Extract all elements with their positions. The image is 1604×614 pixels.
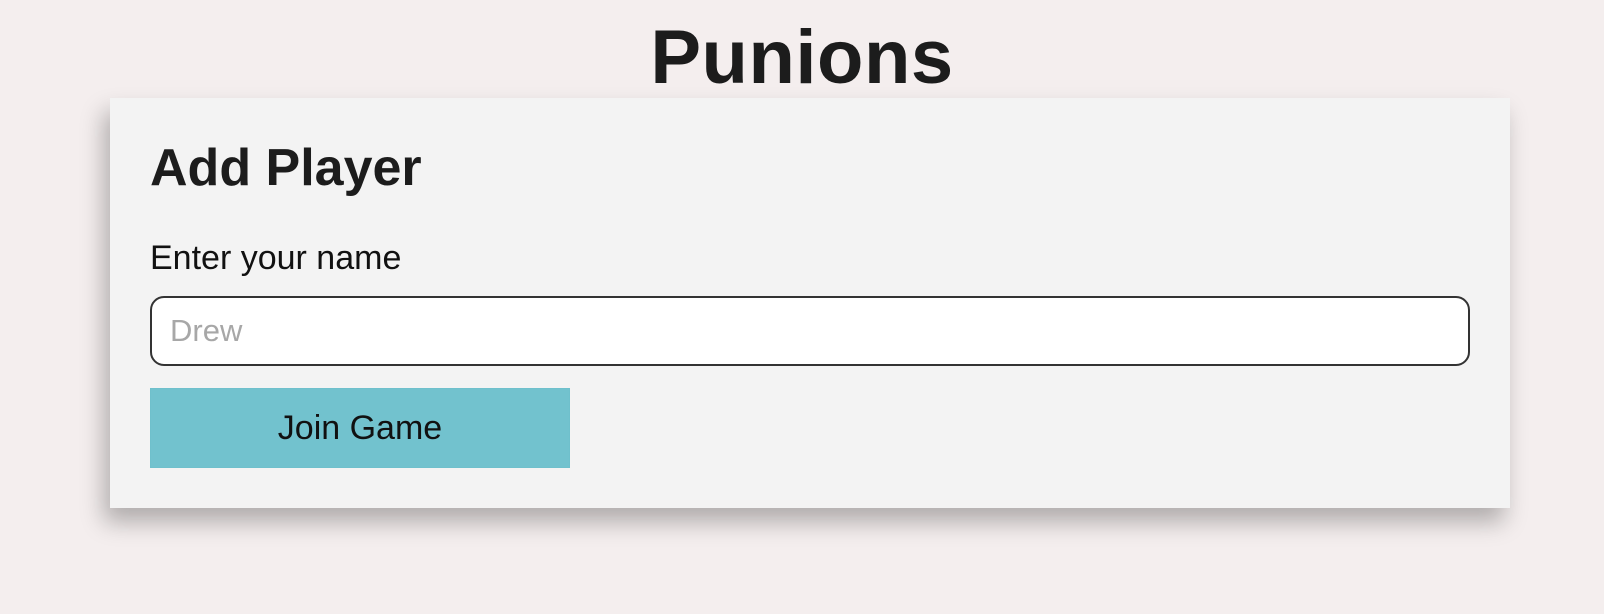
- app-title: Punions: [650, 15, 954, 100]
- add-player-heading: Add Player: [150, 139, 422, 197]
- player-name-input[interactable]: [150, 296, 1470, 366]
- add-player-card: Add Player Enter your name Join Game: [110, 98, 1510, 508]
- join-game-button[interactable]: Join Game: [150, 388, 570, 468]
- name-field-label: Enter your name: [150, 239, 402, 277]
